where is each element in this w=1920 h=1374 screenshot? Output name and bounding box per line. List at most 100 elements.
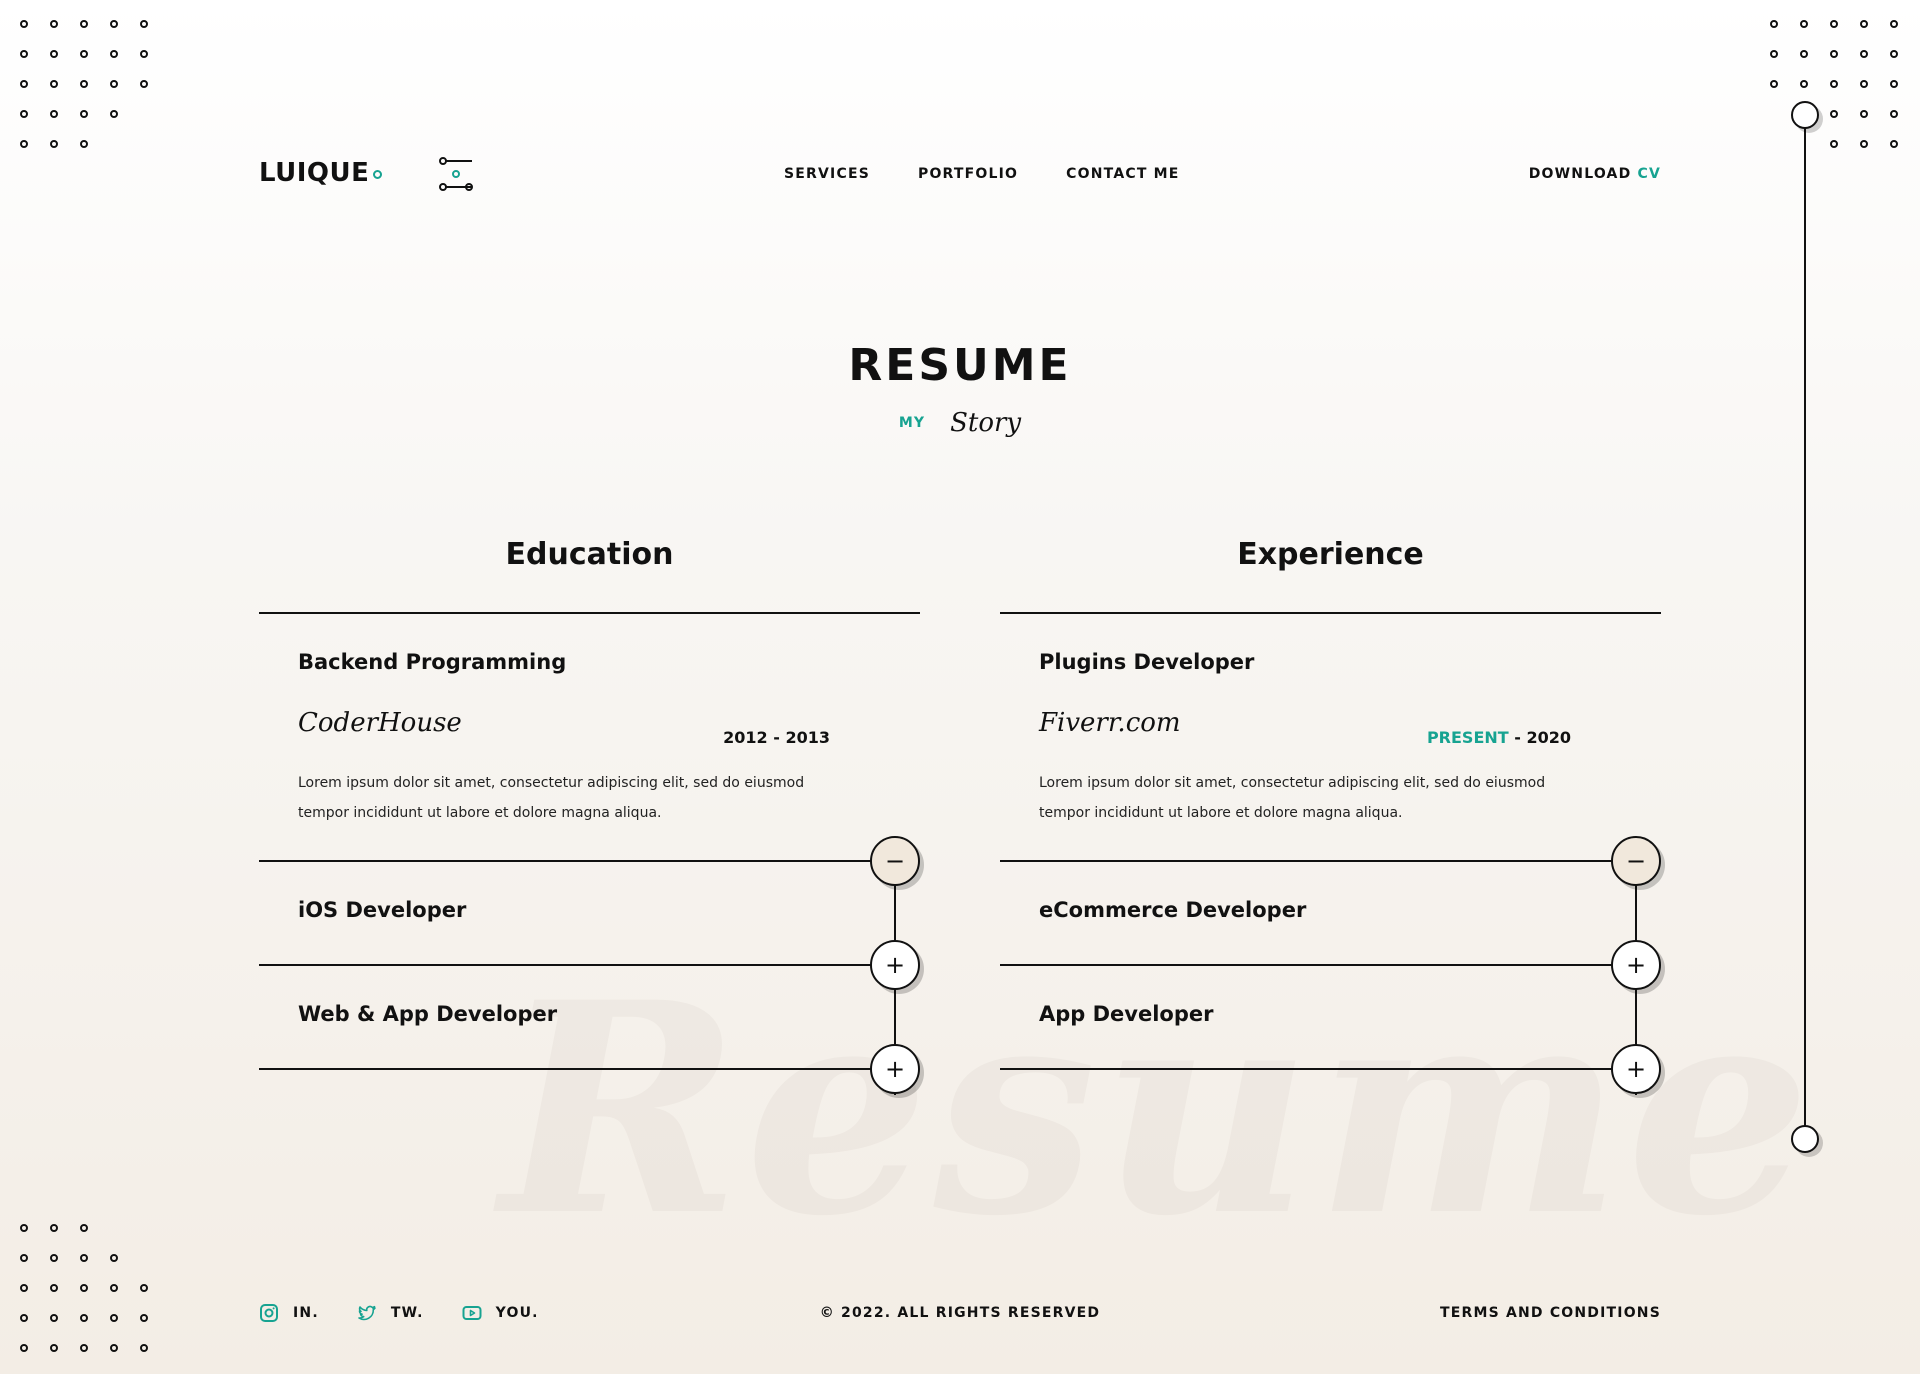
decorative-dot — [1800, 20, 1808, 28]
experience-expand-app-button[interactable]: + — [1611, 1044, 1661, 1094]
decorative-dot — [1830, 20, 1838, 28]
decorative-dot — [110, 80, 118, 88]
minus-icon: − — [1625, 847, 1647, 875]
education-item-company: CoderHouse — [298, 708, 462, 738]
decorative-dot — [20, 140, 28, 148]
education-item-web-app[interactable]: Web & App Developer — [298, 1002, 557, 1026]
decorative-dot — [20, 1314, 28, 1322]
decorative-dot — [1890, 140, 1898, 148]
decorative-dot — [140, 50, 148, 58]
experience-years-present: PRESENT — [1426, 728, 1509, 747]
decorative-dot — [140, 1284, 148, 1292]
decorative-dot — [1770, 80, 1778, 88]
experience-years-rest: - 2020 — [1508, 728, 1571, 747]
decorative-dot — [1890, 50, 1898, 58]
experience-heading: Experience — [1237, 537, 1424, 572]
footer: IN. TW. YOU. © 2022. ALL RIGHTS RESERVED… — [259, 1303, 1661, 1327]
decorative-dot — [1860, 140, 1868, 148]
education-heading: Education — [505, 537, 674, 572]
decorative-dot — [140, 80, 148, 88]
decorative-dot — [1800, 80, 1808, 88]
decorative-dot — [80, 1284, 88, 1292]
decorative-dot — [80, 1344, 88, 1352]
nav-services[interactable]: SERVICES — [784, 166, 870, 182]
education-item-title[interactable]: Backend Programming — [298, 650, 566, 674]
subtitle-small: MY — [898, 415, 925, 431]
decorative-dot — [20, 1254, 28, 1262]
decorative-dot — [110, 110, 118, 118]
page-subtitle: MY Story — [0, 408, 1920, 438]
decorative-dot — [1800, 50, 1808, 58]
nav-contact-me[interactable]: CONTACT ME — [1066, 166, 1179, 182]
decorative-dot — [80, 1224, 88, 1232]
logo-dot-icon — [373, 170, 382, 179]
education-section: Education Backend Programming CoderHouse… — [259, 530, 920, 1095]
decorative-dot — [1860, 110, 1868, 118]
decorative-dot — [50, 140, 58, 148]
experience-item-description: Lorem ipsum dolor sit amet, consectetur … — [1039, 775, 1546, 821]
decorative-dot — [50, 80, 58, 88]
download-cv-link[interactable]: DOWNLOAD CV — [1529, 166, 1661, 182]
decorative-dot — [20, 50, 28, 58]
plus-icon: + — [1625, 951, 1647, 979]
decorative-dot — [1830, 110, 1838, 118]
menu-toggle-icon[interactable] — [439, 157, 473, 191]
experience-item-ecommerce[interactable]: eCommerce Developer — [1039, 898, 1306, 922]
decorative-dot — [110, 1284, 118, 1292]
decorative-dot — [1860, 80, 1868, 88]
decorative-dot — [20, 1344, 28, 1352]
education-item-ios[interactable]: iOS Developer — [298, 898, 466, 922]
experience-divider-1 — [1000, 860, 1620, 862]
decorative-dot — [80, 1314, 88, 1322]
education-collapse-button[interactable]: − — [870, 836, 920, 886]
education-expand-web-app-button[interactable]: + — [870, 1044, 920, 1094]
decorative-dot — [110, 1314, 118, 1322]
minus-icon: − — [884, 847, 906, 875]
nav-portfolio[interactable]: PORTFOLIO — [918, 166, 1018, 182]
decorative-dot — [80, 140, 88, 148]
decorative-dot — [50, 1314, 58, 1322]
decorative-dot — [1830, 140, 1838, 148]
decorative-dot — [20, 80, 28, 88]
decorative-dot — [20, 1284, 28, 1292]
experience-section: Experience Plugins Developer Fiverr.com … — [1000, 530, 1661, 1095]
plus-icon: + — [884, 951, 906, 979]
decorative-dot — [1830, 50, 1838, 58]
experience-item-title[interactable]: Plugins Developer — [1039, 650, 1254, 674]
decorative-dot — [80, 20, 88, 28]
decorative-dot — [1890, 20, 1898, 28]
terms-link[interactable]: TERMS AND CONDITIONS — [1440, 1305, 1661, 1321]
download-accent: CV — [1637, 166, 1661, 182]
decorative-dot — [50, 20, 58, 28]
scroll-rail-top-knob[interactable] — [1791, 101, 1819, 129]
decorative-dot — [140, 1344, 148, 1352]
education-item-description: Lorem ipsum dolor sit amet, consectetur … — [298, 775, 805, 821]
experience-divider-2 — [1000, 964, 1620, 966]
main-nav: SERVICES PORTFOLIO CONTACT ME — [784, 166, 1180, 182]
decorative-dot — [50, 110, 58, 118]
decorative-dot — [50, 50, 58, 58]
decorative-dot — [20, 110, 28, 118]
experience-item-app[interactable]: App Developer — [1039, 1002, 1214, 1026]
decorative-dot — [50, 1254, 58, 1262]
experience-collapse-button[interactable]: − — [1611, 836, 1661, 886]
decorative-dot — [80, 50, 88, 58]
decorative-dot — [50, 1344, 58, 1352]
logo[interactable]: LUIQUE — [259, 158, 369, 188]
decorative-dot — [1890, 110, 1898, 118]
decorative-dot — [80, 1254, 88, 1262]
decorative-dot — [110, 20, 118, 28]
decorative-dot — [1860, 20, 1868, 28]
decorative-dot — [50, 1224, 58, 1232]
experience-expand-ecommerce-button[interactable]: + — [1611, 940, 1661, 990]
experience-divider-3 — [1000, 1068, 1620, 1070]
decorative-dot — [20, 1224, 28, 1232]
decorative-dot — [1860, 50, 1868, 58]
decorative-dot — [80, 110, 88, 118]
experience-top-rule — [1000, 612, 1661, 614]
education-expand-ios-button[interactable]: + — [870, 940, 920, 990]
education-divider-2 — [259, 964, 879, 966]
decorative-dot — [140, 1314, 148, 1322]
decorative-dot — [50, 1284, 58, 1292]
decorative-dot — [110, 50, 118, 58]
